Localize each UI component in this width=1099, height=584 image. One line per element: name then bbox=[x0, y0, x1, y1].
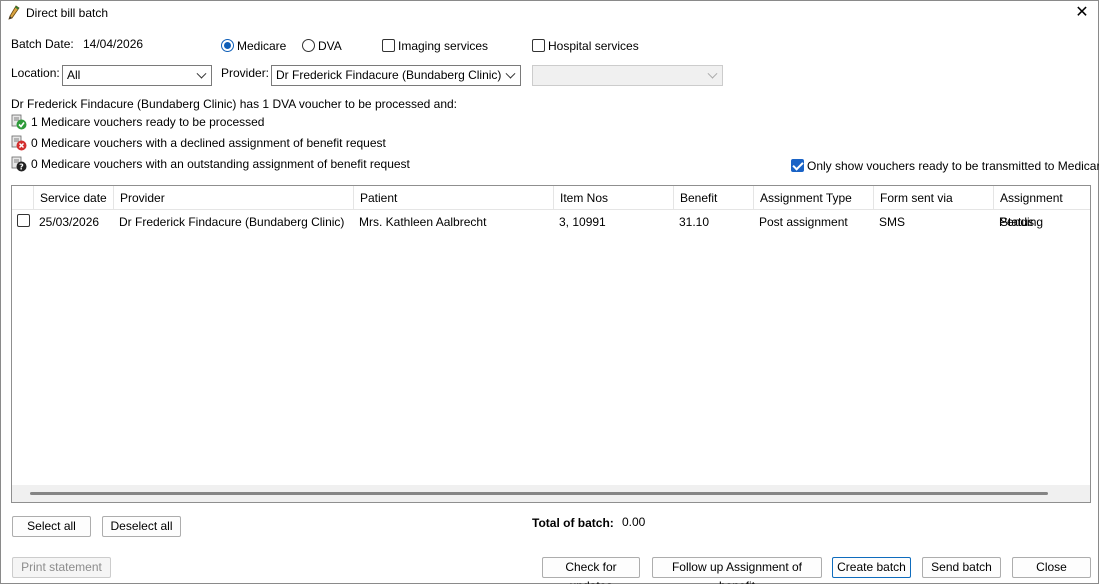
close-button[interactable]: Close bbox=[1012, 557, 1091, 578]
medicare-radio-label[interactable]: Medicare bbox=[237, 39, 286, 53]
location-label: Location: bbox=[11, 66, 60, 80]
hospital-services-label[interactable]: Hospital services bbox=[548, 39, 639, 53]
column-header-benefit[interactable]: Benefit bbox=[673, 186, 753, 210]
cell-service-date: 25/03/2026 bbox=[39, 215, 100, 229]
declined-vouchers-text: 0 Medicare vouchers with a declined assi… bbox=[31, 136, 386, 150]
table-header: Service date Provider Patient Item Nos B… bbox=[12, 186, 1090, 229]
vouchers-table: Service date Provider Patient Item Nos B… bbox=[11, 185, 1091, 503]
svg-text:?: ? bbox=[19, 163, 24, 172]
check-for-updates-button[interactable]: Check for updates bbox=[542, 557, 640, 584]
cell-provider: Dr Frederick Findacure (Bundaberg Clinic… bbox=[119, 215, 345, 229]
cell-form-sent-via: SMS bbox=[879, 215, 906, 229]
cell-item-nos: 3, 10991 bbox=[559, 215, 606, 229]
imaging-services-label[interactable]: Imaging services bbox=[398, 39, 488, 53]
table-row[interactable]: 25/03/2026 Dr Frederick Findacure (Bunda… bbox=[12, 210, 1090, 234]
column-header-form-sent-via[interactable]: Form sent via bbox=[873, 186, 993, 210]
column-header-assignment-status[interactable]: Assignment Status bbox=[993, 186, 1090, 229]
cell-assignment-status: Pending bbox=[999, 215, 1044, 229]
cell-patient: Mrs. Kathleen Aalbrecht bbox=[359, 215, 487, 229]
column-header-assignment-type[interactable]: Assignment Type bbox=[753, 186, 873, 210]
imaging-services-checkbox[interactable] bbox=[382, 39, 395, 52]
dva-radio-label[interactable]: DVA bbox=[318, 39, 342, 53]
only-ready-checkbox[interactable] bbox=[791, 159, 804, 172]
chevron-down-icon bbox=[707, 68, 718, 79]
total-of-batch-value: 0.00 bbox=[622, 515, 646, 529]
batch-date-value: 14/04/2026 bbox=[83, 37, 144, 51]
column-header-provider[interactable]: Provider bbox=[113, 186, 353, 210]
provider-label: Provider: bbox=[221, 66, 270, 80]
window-title: Direct bill batch bbox=[26, 6, 109, 20]
location-select-value: All bbox=[67, 68, 81, 82]
column-header-patient[interactable]: Patient bbox=[353, 186, 553, 210]
total-of-batch-label: Total of batch: bbox=[532, 516, 614, 530]
ready-vouchers-text: 1 Medicare vouchers ready to be processe… bbox=[31, 115, 265, 129]
hospital-services-checkbox[interactable] bbox=[532, 39, 545, 52]
print-statement-button[interactable]: Print statement bbox=[12, 557, 111, 578]
outstanding-vouchers-text: 0 Medicare vouchers with an outstanding … bbox=[31, 157, 410, 171]
dva-radio[interactable] bbox=[302, 39, 315, 52]
scrollbar-thumb[interactable] bbox=[30, 492, 1048, 495]
pen-icon bbox=[8, 5, 20, 20]
deselect-all-button[interactable]: Deselect all bbox=[102, 516, 181, 537]
follow-up-assignment-button[interactable]: Follow up Assignment of benefit bbox=[652, 557, 822, 584]
column-header-item-nos[interactable]: Item Nos bbox=[553, 186, 673, 210]
location-select[interactable]: All bbox=[62, 65, 212, 86]
cell-assignment-type: Post assignment bbox=[759, 215, 848, 229]
chevron-down-icon bbox=[505, 68, 516, 79]
horizontal-scrollbar[interactable] bbox=[12, 485, 1090, 502]
create-batch-button[interactable]: Create batch bbox=[832, 557, 911, 578]
column-header-service-date[interactable]: Service date bbox=[33, 186, 113, 210]
title-bar: Direct bill batch ✕ bbox=[1, 1, 1098, 25]
voucher-check-icon bbox=[11, 114, 27, 130]
cell-benefit: 31.10 bbox=[679, 215, 710, 229]
select-all-button[interactable]: Select all bbox=[12, 516, 91, 537]
only-ready-label[interactable]: Only show vouchers ready to be transmitt… bbox=[807, 159, 1099, 173]
secondary-provider-select bbox=[532, 65, 723, 86]
batch-date-label: Batch Date: bbox=[11, 37, 74, 51]
medicare-radio[interactable] bbox=[221, 39, 234, 52]
chevron-down-icon bbox=[196, 68, 207, 79]
summary-headline: Dr Frederick Findacure (Bundaberg Clinic… bbox=[11, 97, 457, 111]
voucher-declined-icon bbox=[11, 135, 27, 151]
voucher-question-icon: ? bbox=[11, 156, 27, 172]
send-batch-button[interactable]: Send batch bbox=[922, 557, 1001, 578]
close-icon[interactable]: ✕ bbox=[1072, 3, 1092, 23]
direct-bill-batch-window: Direct bill batch ✕ Batch Date: 14/04/20… bbox=[0, 0, 1099, 584]
provider-select-value: Dr Frederick Findacure (Bundaberg Clinic… bbox=[276, 68, 502, 82]
provider-select[interactable]: Dr Frederick Findacure (Bundaberg Clinic… bbox=[271, 65, 521, 86]
